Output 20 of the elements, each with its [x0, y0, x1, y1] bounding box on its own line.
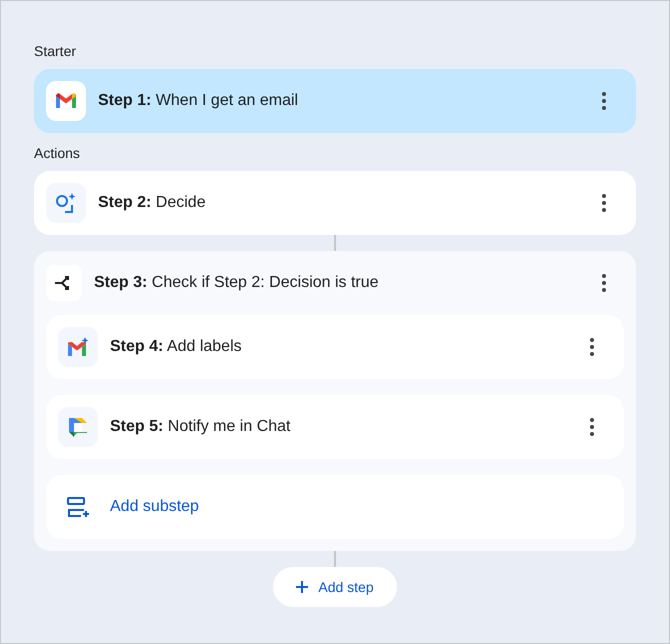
step-card[interactable]: Step 3: Check if Step 2: Decision is true — [46, 251, 624, 315]
section-heading: Actions — [34, 144, 81, 163]
step-title: Step 1: When I get an email — [98, 91, 300, 111]
mail-logo-icon — [55, 93, 77, 109]
chat-logo-icon — [67, 416, 89, 438]
mail-sparkle-icon — [67, 337, 89, 357]
section-heading: Starter — [34, 42, 78, 61]
sparkle-shape-icon — [55, 192, 77, 214]
step-card[interactable]: Step 4: Add labels — [46, 315, 624, 379]
step-card[interactable]: Step 5: Notify me in Chat — [46, 395, 624, 459]
add-substep-button[interactable]: Add substep — [46, 475, 624, 539]
step-title: Step 3: Check if Step 2: Decision is true — [94, 273, 380, 293]
add-step-button[interactable]: Add step — [273, 567, 397, 607]
step-title: Step 5: Notify me in Chat — [110, 417, 292, 437]
step-title: Step 4: Add labels — [110, 337, 243, 357]
plus-icon — [296, 581, 308, 593]
step-card[interactable]: Step 2: Decide — [34, 171, 636, 235]
add-list-icon — [67, 497, 89, 517]
step-title: Step 2: Decide — [98, 193, 207, 213]
step-card[interactable]: Step 1: When I get an email — [34, 69, 636, 133]
